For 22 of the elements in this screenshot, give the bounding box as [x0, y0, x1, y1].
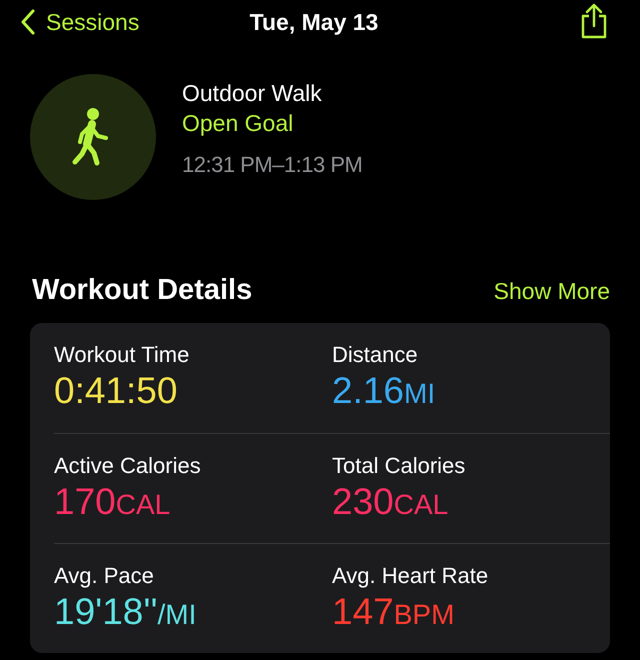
- show-more-link[interactable]: Show More: [494, 278, 610, 305]
- date-title: Tue, May 13: [250, 8, 378, 36]
- time-range: 12:31 PM–1:13 PM: [182, 151, 362, 179]
- metric-value: 19'18''/MI: [54, 590, 198, 634]
- metric-label: Workout Time: [54, 341, 190, 369]
- metric-value: 2.16MI: [332, 369, 436, 413]
- metric-label: Active Calories: [54, 452, 202, 480]
- section-title: Workout Details: [32, 274, 252, 307]
- metric-value: 147BPM: [332, 590, 456, 634]
- workout-name: Outdoor Walk: [182, 79, 323, 108]
- walking-figure-icon: [30, 74, 156, 200]
- metric-label: Distance: [332, 341, 419, 369]
- metric-value: 170CAL: [54, 480, 172, 524]
- goal-label: Open Goal: [182, 109, 294, 138]
- share-icon[interactable]: [580, 3, 608, 39]
- metric-label: Avg. Pace: [54, 562, 155, 590]
- chevron-left-icon: [20, 9, 36, 35]
- metric-label: Avg. Heart Rate: [332, 562, 490, 590]
- metric-value: 0:41:50: [54, 369, 178, 413]
- metric-value: 230CAL: [332, 480, 450, 524]
- metric-label: Total Calories: [332, 452, 466, 480]
- back-button[interactable]: Sessions: [20, 8, 140, 36]
